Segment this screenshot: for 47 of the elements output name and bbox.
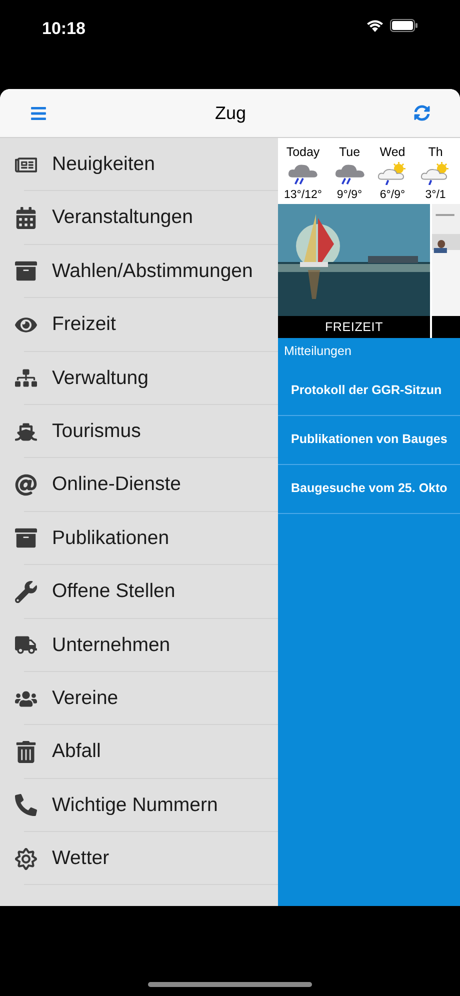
menu-item[interactable]: Offene Stellen [0,565,278,619]
calendar-icon [15,207,37,230]
section-title: Mitteilungen [283,343,352,360]
menu-item[interactable]: Online-Dienste [0,458,278,512]
refresh-button[interactable] [414,105,430,121]
truck-icon [15,634,37,656]
sitemap-icon [15,367,37,390]
news-item[interactable]: Publikationen von Bauges [278,416,460,465]
navigation-title: Zug [214,102,246,125]
menu-item[interactable]: Veranstaltungen [0,191,278,245]
menu-item[interactable]: Wichtige Nummern [0,778,278,832]
rain-cloud-icon [332,162,366,185]
menu-button[interactable] [30,104,47,122]
menu-item[interactable]: Freizeit [0,298,278,352]
weather-day: Tue [338,143,360,162]
trash-icon [15,740,37,763]
weather-day: Wed [380,143,406,162]
weather-day: Today [286,143,320,162]
news-item[interactable]: Baugesuche vom 25. Okto [278,464,460,514]
archive-box-icon [15,527,37,550]
ship-icon [15,420,37,443]
wifi-icon [366,19,384,32]
menu-item[interactable]: Vereine [0,672,278,726]
weather-day: Th [428,143,443,162]
tile-caption: FREIZEIT [324,318,384,336]
weather-temperature: 9°/9° [336,188,362,203]
phone-icon [15,794,37,816]
weather-temperature: 13°/12° [284,188,322,203]
sun-icon [15,848,37,870]
battery-icon [390,19,418,32]
menu-item[interactable]: Tourismus [0,404,278,458]
menu-item[interactable]: Abfall [0,725,278,779]
weather-temperature: 3°/1 [425,188,446,203]
menu-item[interactable]: Publikationen [0,512,278,566]
menu-item[interactable]: Verwaltung [0,352,278,405]
caption-bar [432,316,460,338]
rain-cloud-icon [286,162,320,185]
at-sign-icon [15,474,37,496]
status-time: 10:18 [42,18,86,40]
news-item[interactable]: Protokoll der GGR-Sitzun [278,366,460,416]
archive-box-icon [15,260,37,282]
menu-item[interactable]: Neuigkeiten [0,138,278,192]
weather-temperature: 6°/9° [380,188,406,203]
wrench-icon [15,580,37,603]
menu-item[interactable]: Unternehmen [0,618,278,672]
menu-item[interactable]: Wetter [0,832,278,886]
menu-item[interactable]: Wahlen/Abstimmungen [0,244,278,298]
